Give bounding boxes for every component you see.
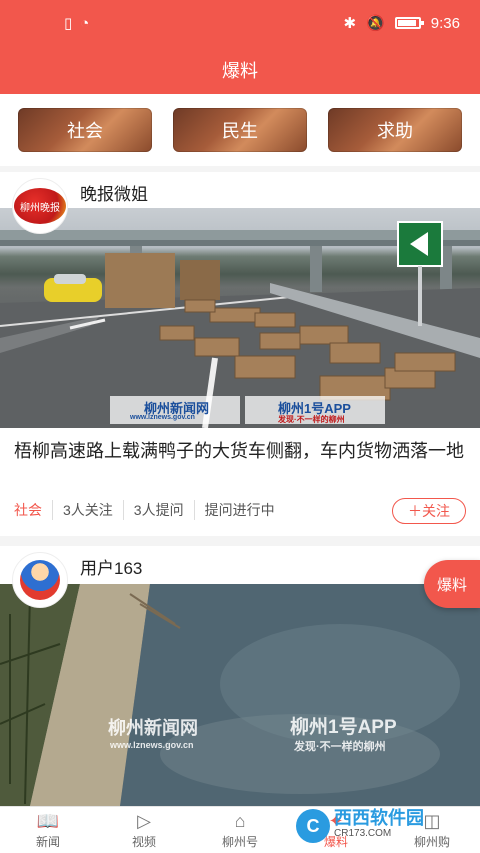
accident-scene-image (0, 221, 480, 428)
tab-liuzhou-hao[interactable]: ⌂ 柳州号 (192, 807, 288, 853)
post-author[interactable]: 用户163 (80, 554, 142, 579)
post-question-count: 3人提问 (122, 500, 194, 520)
avatar[interactable] (12, 552, 68, 608)
watermark-text: 西西软件园 CR173.COM (334, 808, 424, 842)
status-bar: ▯ ◔ ✱ 🔕 9:36 (0, 0, 480, 46)
watermark-badge: C (296, 809, 330, 843)
post-card[interactable]: 用户163 柳州新闻网 www.lznews.gov.cn 柳州1号APP 发现… (0, 546, 480, 806)
avatar-logo: 柳州晚报 (14, 188, 66, 224)
battery-icon (394, 17, 424, 29)
follow-button[interactable]: ＋关注 (392, 498, 466, 524)
watermark-app-slogan: 发现·不一样的柳州 (294, 741, 386, 753)
category-livelihood-button[interactable]: 民生 (173, 108, 307, 152)
app-header: ▯ ◔ ✱ 🔕 9:36 爆料 (0, 0, 480, 94)
riverbank-image (0, 584, 480, 806)
hat-icon: ⌂ (234, 810, 246, 831)
tab-label: 新闻 (35, 834, 60, 849)
report-fab-button[interactable]: 爆料 (424, 560, 480, 608)
avatar-character-icon (20, 560, 60, 600)
category-help-button[interactable]: 求助 (328, 108, 462, 152)
status-left: ▯ ◔ (64, 14, 90, 33)
watermark-main: 西西软件园 (334, 808, 424, 828)
category-bar: 社会 民生 求助 (0, 94, 480, 166)
post-title[interactable]: 梧柳高速路上载满鸭子的大货车侧翻，车内货物洒落一地 (14, 436, 470, 466)
post-card[interactable]: 柳州晚报 晚报微姐 柳州新闻网 www.lznews.gov.cn 柳州1号AP… (0, 172, 480, 536)
watermark-news-site: 柳州新闻网 (108, 718, 198, 738)
watermark-app-slogan: 发现·不一样的柳州 (278, 415, 345, 424)
category-social-button[interactable]: 社会 (18, 108, 152, 152)
status-right: ✱ 🔕 9:36 (343, 14, 460, 33)
tab-video[interactable]: ▷ 视频 (96, 807, 192, 853)
post-meta: 社会 3人关注 3人提问 提问进行中 (14, 500, 285, 520)
post-status: 提问进行中 (193, 500, 285, 520)
site-watermark: C 西西软件园 CR173.COM (296, 806, 466, 846)
post-image[interactable]: 柳州新闻网 www.lznews.gov.cn 柳州1号APP 发现·不一样的柳… (0, 584, 480, 806)
play-icon: ▷ (137, 810, 151, 831)
tab-label: 视频 (131, 834, 156, 849)
bluetooth-icon: ✱ (343, 15, 357, 32)
post-follow-count: 3人关注 (52, 500, 123, 520)
sim-alert-icon: ▯ (64, 15, 73, 32)
watermark-news-url: www.lznews.gov.cn (130, 414, 195, 421)
book-icon: 📖 (36, 810, 60, 831)
watermark-news-url: www.lznews.gov.cn (110, 740, 194, 750)
tab-label: 柳州号 (221, 834, 258, 849)
page-title: 爆料 (222, 61, 258, 81)
avatar[interactable]: 柳州晚报 (12, 178, 68, 234)
wifi-icon: ◔ (80, 14, 90, 32)
mute-icon: 🔕 (366, 15, 385, 32)
watermark-sub: CR173.COM (334, 828, 392, 839)
post-image[interactable]: 柳州新闻网 www.lznews.gov.cn 柳州1号APP 发现·不一样的柳… (0, 208, 480, 428)
post-category-tag[interactable]: 社会 (14, 500, 52, 520)
status-time: 9:36 (430, 14, 460, 32)
tab-news[interactable]: 📖 新闻 (0, 807, 96, 853)
watermark-app: 柳州1号APP (290, 717, 397, 738)
post-author[interactable]: 晚报微姐 (80, 180, 148, 205)
